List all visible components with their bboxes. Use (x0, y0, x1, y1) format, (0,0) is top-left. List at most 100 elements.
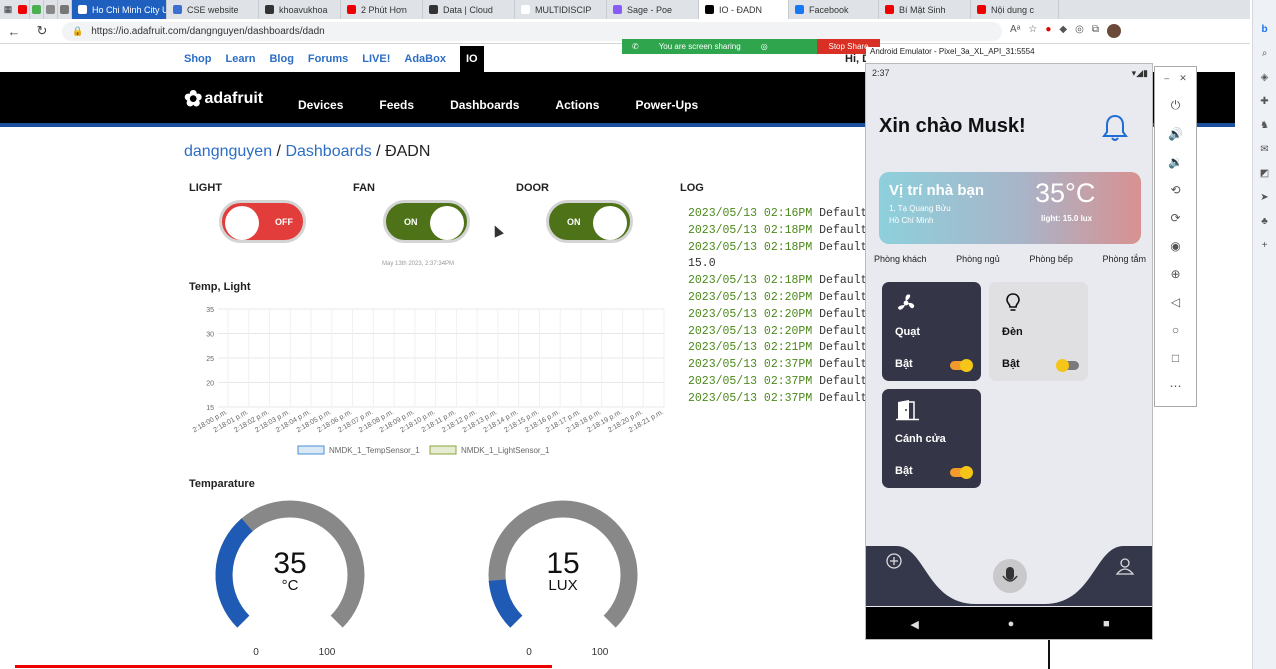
link-io[interactable]: IO (459, 46, 484, 72)
adafruit-logo[interactable]: ✿ adafruit (184, 86, 263, 112)
y-tick-label: 15 (206, 405, 214, 412)
door-switch[interactable] (950, 466, 973, 479)
collections-icon[interactable]: ⧉ (1092, 24, 1099, 38)
nav-feeds[interactable]: Feeds (379, 98, 414, 112)
nav-devices[interactable]: Devices (298, 98, 343, 112)
browser-tab[interactable] (44, 0, 58, 19)
link-learn[interactable]: Learn (226, 53, 256, 65)
log-row: 2023/05/13 02:20PM Default N (688, 307, 881, 324)
bulb-icon (1006, 293, 1020, 311)
url-field[interactable]: 🔒 https://io.adafruit.com/dangnguyen/das… (62, 21, 1002, 41)
tab-kitchen[interactable]: Phòng bếp (1029, 254, 1073, 264)
link-adabox[interactable]: AdaBox (404, 53, 446, 65)
browser-tab[interactable]: Facebook (789, 0, 879, 19)
door-toggle[interactable]: ON (546, 200, 633, 243)
shopping-icon[interactable]: ◈ (1261, 72, 1269, 83)
log-timestamp: 2023/05/13 02:18PM (688, 240, 813, 254)
toggle-knob (593, 206, 627, 240)
browser-tab[interactable]: Data | Cloud (423, 0, 515, 19)
profile-avatar[interactable] (1106, 24, 1121, 38)
nav-power-ups[interactable]: Power-Ups (635, 98, 698, 112)
browser-tab[interactable]: MULTIDISCIP (515, 0, 607, 19)
fan-toggle[interactable]: ON (383, 200, 470, 243)
tools-icon[interactable]: ✚ (1260, 96, 1268, 107)
camera-icon[interactable]: ◉ (1170, 239, 1180, 253)
overview-square-icon[interactable]: □ (1172, 351, 1179, 365)
weather-card[interactable]: Vị trí nhà bạn 1, Tạ Quang Bửu Hồ Chí Mi… (879, 172, 1141, 244)
nav-actions[interactable]: Actions (555, 98, 599, 112)
browser-tab[interactable]: Bí Mật Sinh (879, 0, 971, 19)
games-icon[interactable]: ♞ (1260, 120, 1269, 131)
gauge-min-label: 0 (253, 647, 259, 657)
adblock-icon[interactable]: ● (1045, 24, 1051, 38)
browser-tab[interactable]: IO - ĐADN (699, 0, 789, 19)
browser-tab[interactable] (30, 0, 44, 19)
nav-dashboards[interactable]: Dashboards (450, 98, 519, 112)
gauge-unit: °C (282, 577, 299, 594)
android-back-icon[interactable]: ◀ (910, 618, 918, 631)
android-home-icon[interactable]: ● (1008, 618, 1015, 630)
device-card-door[interactable]: Cánh cửa Bật (882, 389, 981, 488)
volume-down-icon[interactable]: 🔉 (1168, 155, 1183, 169)
power-icon[interactable]: ⏻ (1171, 98, 1181, 113)
log-timestamp: 2023/05/13 02:18PM (688, 223, 813, 237)
browser-tab[interactable]: khoavukhoa (259, 0, 341, 19)
gauge-fill (488, 579, 523, 628)
browser-tab[interactable]: 2 Phút Hơn (341, 0, 423, 19)
volume-up-icon[interactable]: 🔊 (1168, 127, 1183, 141)
android-recents-icon[interactable]: ■ (1103, 618, 1110, 630)
tree-icon[interactable]: ♣ (1261, 216, 1268, 227)
copilot-icon[interactable]: ◎ (1075, 24, 1084, 38)
read-aloud-icon[interactable]: Aᵃ (1010, 24, 1020, 38)
back-icon[interactable]: ← (0, 24, 28, 39)
tab-bedroom[interactable]: Phòng ngủ (956, 254, 1000, 264)
browser-tab[interactable] (16, 0, 30, 19)
log-timestamp: 2023/05/13 02:21PM (688, 341, 813, 355)
device-card-light[interactable]: Đèn Bật (989, 282, 1088, 381)
bing-icon[interactable]: b (1261, 24, 1267, 35)
minimize-icon[interactable]: – (1164, 73, 1169, 84)
tab-bathroom[interactable]: Phòng tắm (1102, 254, 1146, 264)
office-icon[interactable]: ◩ (1260, 168, 1269, 179)
pause-icon[interactable]: ◎ (761, 42, 768, 51)
rotate-left-icon[interactable]: ⟲ (1170, 183, 1180, 197)
link-forums[interactable]: Forums (308, 53, 348, 65)
log-timestamp: 2023/05/13 02:16PM (688, 207, 813, 220)
back-triangle-icon[interactable]: ◁ (1171, 295, 1180, 309)
favorite-icon[interactable]: ☆ (1028, 24, 1037, 38)
video-progress-bar[interactable] (15, 665, 552, 668)
door-block-title: DOOR (516, 182, 549, 194)
status-time: 2:37 (872, 68, 890, 78)
link-blog[interactable]: Blog (269, 53, 293, 65)
home-circle-icon[interactable]: ○ (1172, 323, 1179, 337)
browser-tab[interactable]: CSE website (167, 0, 259, 19)
link-shop[interactable]: Shop (184, 53, 212, 65)
link-live[interactable]: LIVE! (362, 53, 390, 65)
bell-icon[interactable] (1100, 112, 1130, 144)
light-switch[interactable] (1056, 359, 1079, 372)
breadcrumb-dashboards[interactable]: Dashboards (285, 143, 371, 160)
search-icon[interactable]: ⌕ (1262, 48, 1268, 59)
tab-living-room[interactable]: Phòng khách (874, 254, 927, 264)
browser-tab[interactable]: Nội dung c (971, 0, 1059, 19)
more-icon[interactable]: ⋯ (1170, 379, 1182, 393)
log-timestamp: 2023/05/13 02:37PM (688, 358, 813, 372)
fan-toggle-state: ON (404, 217, 418, 227)
outlook-icon[interactable]: ✉ (1260, 144, 1268, 155)
zoom-icon[interactable]: ⊕ (1170, 267, 1180, 281)
refresh-icon[interactable]: ↻ (28, 23, 56, 39)
browser-tab[interactable]: Ho Chi Minh City Univ (72, 0, 167, 19)
add-icon[interactable]: + (1262, 240, 1268, 251)
breadcrumb-user[interactable]: dangnguyen (184, 143, 272, 160)
browser-tab[interactable] (58, 0, 72, 19)
tab-actions-icon[interactable]: ▦ (0, 0, 16, 19)
browser-tab[interactable]: Sage - Poe (607, 0, 699, 19)
tab-favicon-icon (78, 5, 87, 14)
light-toggle[interactable]: OFF (219, 200, 306, 243)
rotate-right-icon[interactable]: ⟳ (1170, 211, 1180, 225)
send-icon[interactable]: ➤ (1260, 192, 1268, 203)
device-card-fan[interactable]: Quạt Bật (882, 282, 981, 381)
extension-icon[interactable]: ◆ (1059, 24, 1067, 38)
fan-switch[interactable] (950, 359, 973, 372)
close-icon[interactable]: ✕ (1179, 73, 1187, 84)
